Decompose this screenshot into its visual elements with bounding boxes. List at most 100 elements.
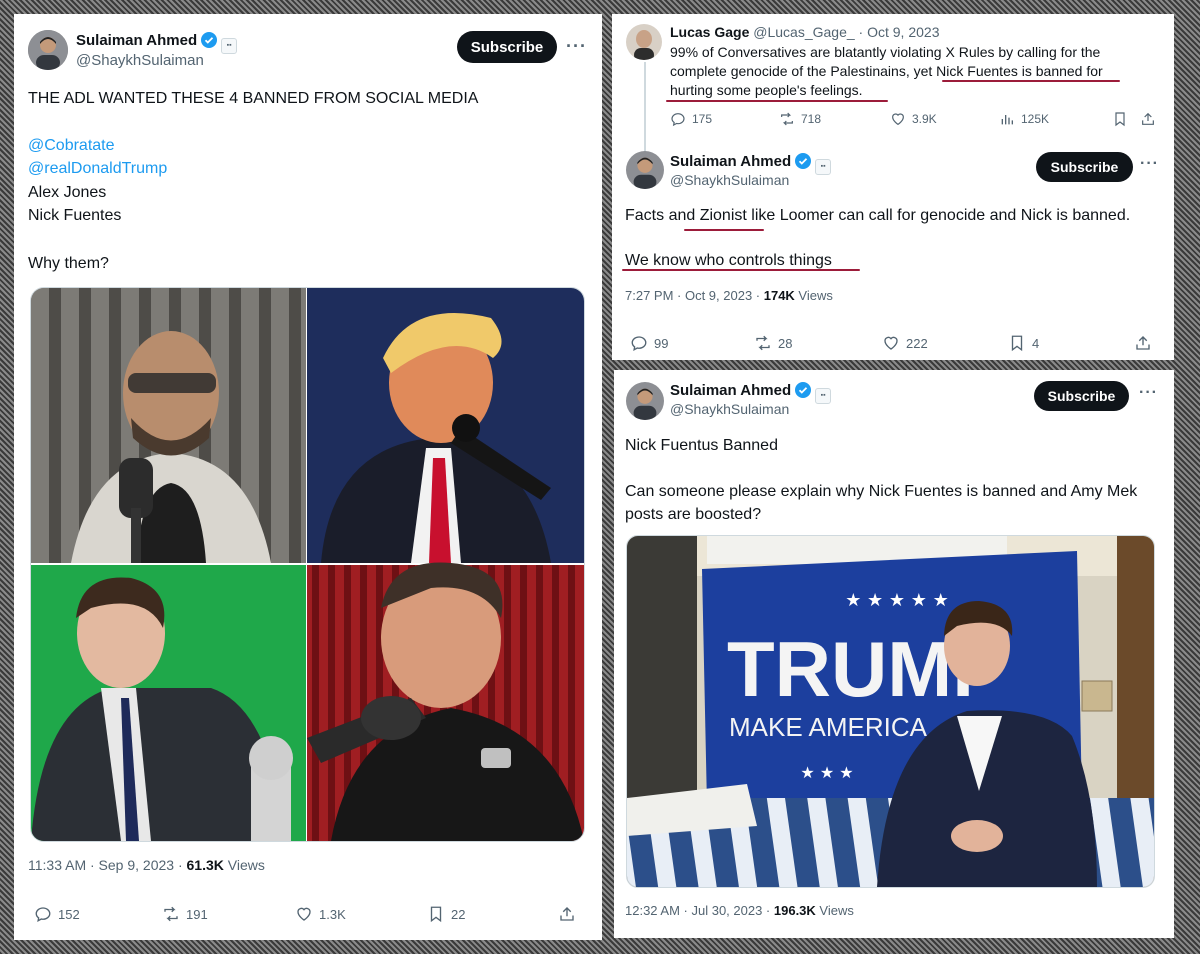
affiliate-badge-icon: ▪▪ <box>815 388 832 404</box>
quoted-repost-button[interactable]: 718 <box>779 111 821 127</box>
share-icon <box>1142 112 1154 125</box>
reply-count: 99 <box>654 335 669 351</box>
quoted-views-button[interactable]: 125K <box>999 111 1049 127</box>
author-name[interactable]: Sulaiman Ahmed <box>76 32 197 49</box>
tweet-text-alex: Alex Jones <box>28 184 107 201</box>
flag-slogan: MAKE AMERICA <box>729 712 928 742</box>
views-label: Views <box>794 288 833 303</box>
reply-icon <box>671 113 685 127</box>
repost-button[interactable]: 28 <box>754 334 792 352</box>
repost-icon <box>164 906 178 922</box>
quoted-author-name[interactable]: Lucas Gage <box>670 24 749 40</box>
tweet-timestamp[interactable]: 11:33 AM · Sep 9, 2023 · 61.3K Views <box>28 857 265 873</box>
mention-realdonaldtrump[interactable]: @realDonaldTrump <box>28 157 167 180</box>
subscribe-button[interactable]: Subscribe <box>457 31 557 63</box>
tweet-photo[interactable]: ★ ★ ★ ★ ★ TRUMP MAKE AMERICA ★ ★ ★ <box>626 535 1155 888</box>
author-handle[interactable]: @ShaykhSulaiman <box>670 172 789 188</box>
tweet-text-line2: Can someone please explain why Nick Fuen… <box>625 483 1138 500</box>
like-button[interactable]: 222 <box>882 334 928 352</box>
quoted-avatar[interactable] <box>626 24 662 60</box>
quoted-date[interactable]: · Oct 9, 2023 <box>859 24 940 40</box>
like-count: 3.9K <box>912 112 937 126</box>
quoted-bookmark-button[interactable] <box>1112 111 1128 127</box>
reply-count: 152 <box>58 906 80 922</box>
repost-count: 28 <box>778 335 793 351</box>
reply-button[interactable]: 99 <box>630 334 668 352</box>
author-line: Sulaiman Ahmed ▪▪ <box>76 32 238 54</box>
verified-badge-icon <box>795 153 812 169</box>
reply-count: 175 <box>692 112 713 126</box>
avatar[interactable] <box>28 30 68 70</box>
timestamp-text: 7:27 PM · Oct 9, 2023 · <box>625 288 764 303</box>
annotation-underline <box>622 269 860 271</box>
thread-line <box>644 62 646 154</box>
tweet-timestamp[interactable]: 12:32 AM · Jul 30, 2023 · 196.3K Views <box>625 903 854 918</box>
repost-icon <box>781 112 793 126</box>
views-count: 174K <box>763 288 795 303</box>
tweet-card-banned: Sulaiman Ahmed ▪▪ @ShaykhSulaiman Subscri… <box>614 370 1174 938</box>
avatar[interactable] <box>626 151 664 189</box>
repost-icon <box>756 335 770 351</box>
quoted-author-handle[interactable]: @Lucas_Gage_ <box>753 24 854 40</box>
more-options-icon[interactable]: ··· <box>1140 155 1159 173</box>
repost-button[interactable]: 191 <box>162 905 208 923</box>
quoted-like-button[interactable]: 3.9K <box>890 111 937 127</box>
verified-badge-icon <box>201 32 218 48</box>
share-icon <box>1136 336 1150 350</box>
tweet-photo-image: ★ ★ ★ ★ ★ TRUMP MAKE AMERICA ★ ★ ★ <box>627 536 1154 887</box>
avatar[interactable] <box>626 382 664 420</box>
affiliate-badge-icon: ▪▪ <box>815 159 832 175</box>
author-handle[interactable]: @ShaykhSulaiman <box>670 401 789 417</box>
more-options-icon[interactable]: ··· <box>1139 384 1158 402</box>
share-button[interactable] <box>1134 334 1152 352</box>
tweet-text-line1: Nick Fuentus Banned <box>625 437 778 454</box>
tweet-card-adl: Sulaiman Ahmed ▪▪ @ShaykhSulaiman Subscri… <box>14 14 602 940</box>
like-icon <box>892 113 904 126</box>
tweet-text-question: Why them? <box>28 255 109 272</box>
like-button[interactable]: 1.3K <box>295 905 346 923</box>
annotation-underline <box>942 80 1120 82</box>
quoted-text-line2: complete genocide of the Palestinains, y… <box>670 63 1103 79</box>
verified-badge-icon <box>795 382 812 398</box>
reply-button[interactable]: 152 <box>34 905 80 923</box>
tweet-text-headline: THE ADL WANTED THESE 4 BANNED FROM SOCIA… <box>28 90 479 107</box>
quoted-reply-button[interactable]: 175 <box>670 111 712 127</box>
more-options-icon[interactable]: ··· <box>566 36 587 57</box>
bookmark-button[interactable]: 4 <box>1008 334 1039 352</box>
repost-count: 191 <box>186 906 208 922</box>
views-count: 61.3K <box>186 857 224 873</box>
quoted-text-line1: 99% of Conversatives are blatantly viola… <box>670 44 1101 60</box>
like-icon <box>884 336 898 350</box>
quoted-share-button[interactable] <box>1140 111 1156 127</box>
svg-text:★ ★ ★ ★ ★: ★ ★ ★ ★ ★ <box>845 590 949 611</box>
tweet-text-line3: posts are boosted? <box>625 506 762 523</box>
views-icon <box>1001 115 1013 125</box>
mention-cobratate[interactable]: @Cobratate <box>28 134 115 157</box>
author-name[interactable]: Sulaiman Ahmed <box>670 382 791 399</box>
bookmark-button[interactable]: 22 <box>427 905 465 923</box>
subscribe-button[interactable]: Subscribe <box>1036 152 1133 182</box>
author-name[interactable]: Sulaiman Ahmed <box>670 153 791 170</box>
annotation-underline <box>684 229 764 231</box>
views-count: 125K <box>1021 112 1050 126</box>
timestamp-text: 12:32 AM · Jul 30, 2023 · <box>625 903 774 918</box>
reply-icon <box>35 907 51 923</box>
affiliate-badge-icon: ▪▪ <box>221 38 238 54</box>
photo-grid-image <box>31 288 584 841</box>
photo-grid[interactable] <box>30 287 585 842</box>
timestamp-text: 11:33 AM · Sep 9, 2023 · <box>28 857 187 873</box>
tweet-timestamp[interactable]: 7:27 PM · Oct 9, 2023 · 174K Views <box>625 288 833 303</box>
share-icon <box>560 907 574 921</box>
views-label: Views <box>223 857 265 873</box>
author-handle[interactable]: @ShaykhSulaiman <box>76 52 204 69</box>
bookmark-icon <box>1011 335 1023 352</box>
tweet-text-line1: Facts and Zionist like Loomer can call f… <box>625 207 1131 224</box>
tweet-text-nick: Nick Fuentes <box>28 207 122 224</box>
subscribe-button[interactable]: Subscribe <box>1034 381 1129 411</box>
views-label: Views <box>815 903 854 918</box>
views-count: 196.3K <box>773 903 816 918</box>
bookmark-icon <box>430 906 442 923</box>
share-button[interactable] <box>558 905 576 923</box>
annotation-underline <box>666 100 888 102</box>
bookmark-count: 4 <box>1032 335 1040 351</box>
